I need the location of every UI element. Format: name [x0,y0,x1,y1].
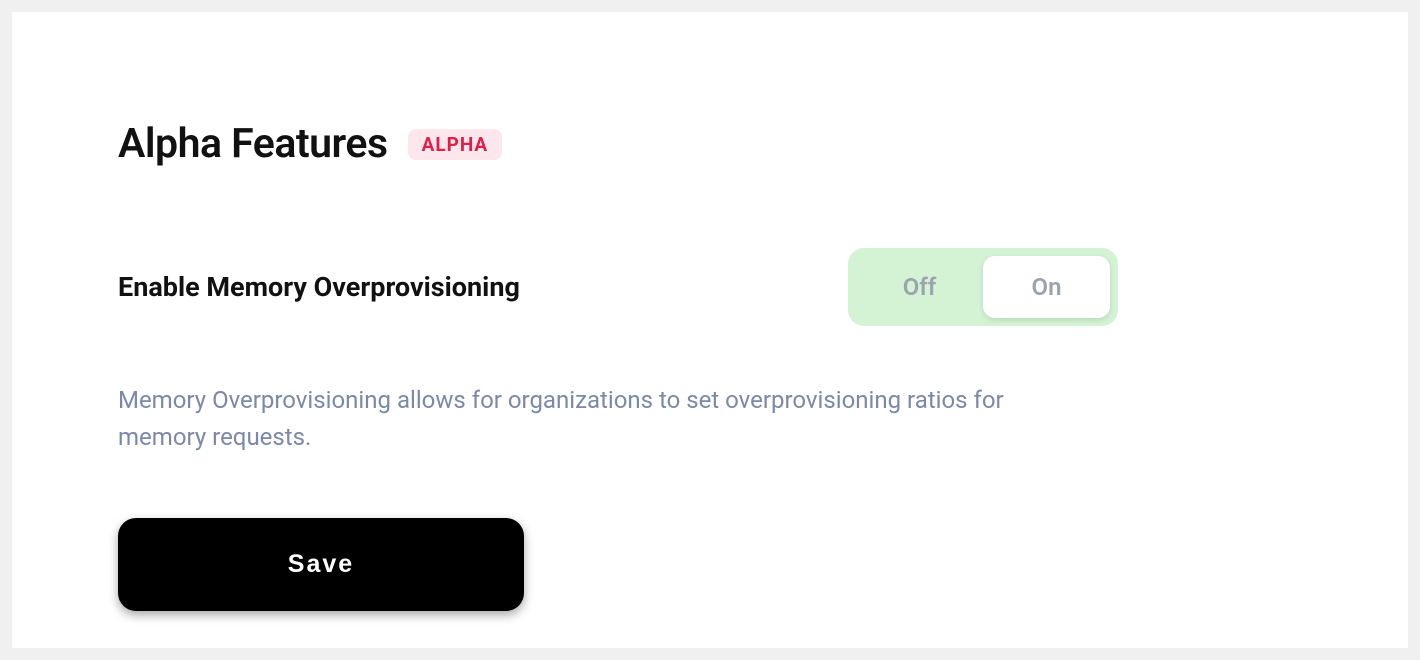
page-header: Alpha Features ALPHA [118,120,1312,168]
memory-overprovisioning-setting: Enable Memory Overprovisioning Off On [118,248,1312,326]
setting-description: Memory Overprovisioning allows for organ… [118,382,1078,456]
save-button[interactable]: Save [118,518,524,611]
toggle-option-off[interactable]: Off [856,256,983,318]
page-title: Alpha Features [118,120,388,168]
toggle-option-on[interactable]: On [983,256,1110,318]
setting-label: Enable Memory Overprovisioning [118,271,848,303]
memory-overprovisioning-toggle[interactable]: Off On [848,248,1118,326]
alpha-badge: ALPHA [408,129,503,160]
settings-card: Alpha Features ALPHA Enable Memory Overp… [12,12,1408,648]
